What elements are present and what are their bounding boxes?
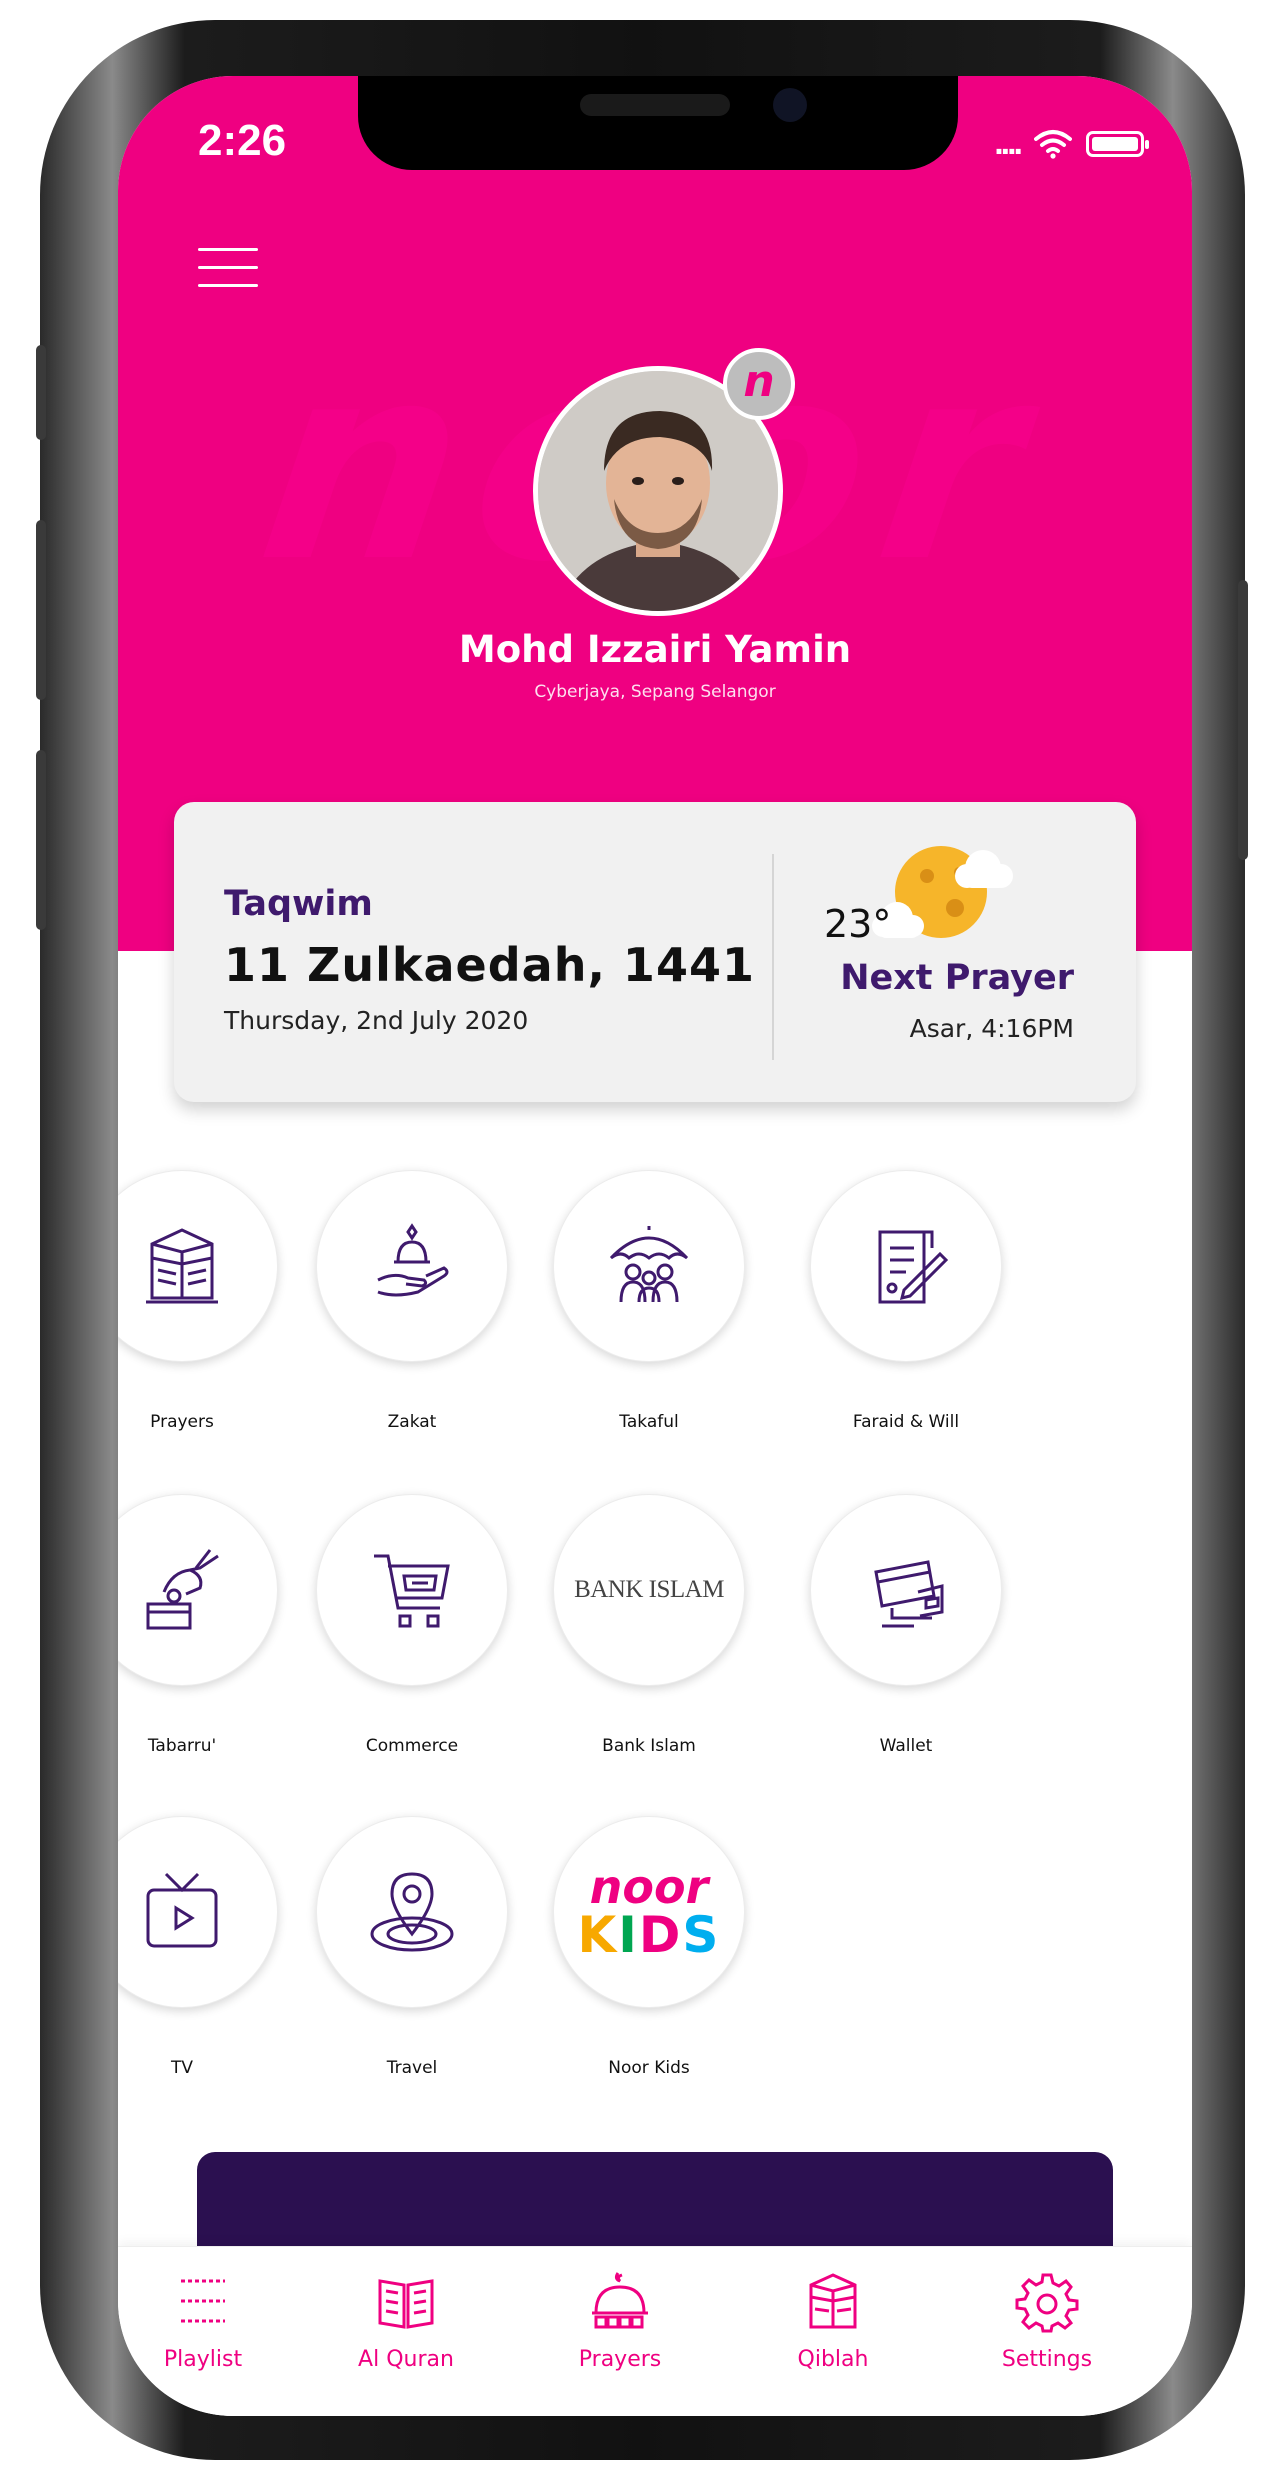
menu-label: Noor Kids [608, 2058, 690, 2078]
donation-box-icon [146, 1549, 219, 1630]
status-icons: .... [994, 124, 1149, 163]
menu-item-tabarru[interactable]: Tabarru' [118, 1494, 292, 1756]
tv-icon [146, 1872, 218, 1948]
document-pen-icon [878, 1230, 949, 1304]
tab-prayers[interactable]: Prayers [535, 2269, 705, 2372]
prayer-mosque-icon [592, 2272, 648, 2329]
giving-hand-icon [377, 1223, 449, 1297]
gregorian-date: Thursday, 2nd July 2020 [224, 1006, 529, 1035]
menu-item-commerce[interactable]: Commerce [302, 1494, 522, 1756]
quran-book-icon [378, 2279, 434, 2329]
noor-kids-logo-top: noor [589, 1860, 709, 1914]
tab-settings[interactable]: Settings [962, 2269, 1132, 2372]
menu-circle[interactable] [553, 1170, 745, 1362]
kaaba-icon [809, 2273, 857, 2329]
profile-avatar-container[interactable]: n [533, 348, 795, 616]
menu-circle[interactable] [118, 1494, 278, 1686]
notch [358, 76, 958, 170]
tab-label: Prayers [578, 2347, 662, 2372]
hijri-date: 11 Zulkaedah, 1441 [224, 938, 755, 992]
menu-circle[interactable] [118, 1170, 278, 1362]
moon-cloud-icon [872, 846, 1013, 938]
menu-label: Prayers [150, 1412, 214, 1432]
menu-item-zakat[interactable]: Zakat [302, 1170, 522, 1432]
menu-label: Bank Islam [602, 1736, 696, 1756]
menu-item-bank-islam[interactable]: BANK ISLAM Bank Islam [539, 1494, 759, 1756]
kaaba-icon [146, 1228, 218, 1304]
tab-playlist[interactable]: Playlist [118, 2269, 288, 2372]
profile-name: Mohd Izzairi Yamin [458, 628, 852, 671]
menu-item-wallet[interactable]: Wallet [796, 1494, 1016, 1756]
power-button [1238, 580, 1248, 860]
signal-icon: .... [994, 124, 1023, 162]
menu-label: Commerce [365, 1736, 459, 1756]
bank-islam-logo: BANK ISLAM [574, 1576, 724, 1603]
menu-item-tv[interactable]: TV [118, 1816, 292, 2078]
noor-kids-logo: noor KIDS [578, 1864, 721, 1960]
menu-item-travel[interactable]: Travel [302, 1816, 522, 2078]
menu-item-prayers[interactable]: Prayers [118, 1170, 292, 1432]
menu-circle[interactable]: noor KIDS [553, 1816, 745, 2008]
menu-circle[interactable] [810, 1494, 1002, 1686]
tab-qiblah[interactable]: Qiblah [748, 2269, 918, 2372]
card-divider [772, 854, 774, 1060]
wifi-icon [1034, 129, 1072, 159]
menu-circle[interactable]: BANK ISLAM [553, 1494, 745, 1686]
tab-label: Qiblah [797, 2347, 869, 2372]
app-screen: noor 2:26 .... [118, 76, 1192, 2416]
taqwim-card[interactable]: Taqwim 11 Zulkaedah, 1441 Thursday, 2nd … [174, 802, 1136, 1102]
temperature: 23° [824, 902, 892, 946]
notification-badge[interactable]: n [723, 348, 795, 420]
menu-circle[interactable] [316, 1494, 508, 1686]
tab-al-quran[interactable]: Al Quran [321, 2269, 491, 2372]
card-title: Taqwim [224, 884, 373, 924]
wallet-card-icon [874, 1560, 944, 1628]
gear-icon [1015, 2273, 1079, 2333]
menu-circle[interactable] [810, 1170, 1002, 1362]
menu-circle[interactable] [316, 1816, 508, 2008]
location-pin-icon [370, 1872, 454, 1952]
menu-circle[interactable] [316, 1170, 508, 1362]
speaker [580, 94, 730, 116]
bottom-tab-bar: Playlist Al Quran Prayers Qiblah Setting… [118, 2246, 1192, 2416]
menu-item-faraid-will[interactable]: Faraid & Will [796, 1170, 1016, 1432]
noor-kids-logo-bottom: KIDS [577, 1906, 721, 1964]
tab-label: Playlist [163, 2347, 243, 2372]
front-camera [773, 88, 807, 122]
menu-label: Takaful [619, 1412, 679, 1432]
battery-icon [1086, 130, 1149, 157]
volume-up-button [36, 520, 46, 700]
menu-item-noor-kids[interactable]: noor KIDS Noor Kids [539, 1816, 759, 2078]
menu-circle[interactable] [118, 1816, 278, 2008]
tab-label: Settings [1001, 2347, 1093, 2372]
menu-label: Travel [386, 2058, 438, 2078]
volume-down-button [36, 750, 46, 930]
shopping-cart-icon [374, 1554, 450, 1628]
menu-label: Tabarru' [147, 1736, 217, 1756]
mute-switch [36, 345, 46, 440]
menu-label: TV [170, 2058, 193, 2078]
tab-label: Al Quran [358, 2347, 454, 2372]
next-prayer-value: Asar, 4:16PM [909, 1014, 1074, 1043]
next-prayer-label: Next Prayer [840, 958, 1074, 998]
badge-letter: n [743, 355, 775, 407]
playlist-icon [181, 2279, 225, 2323]
hamburger-menu-icon[interactable] [198, 246, 258, 290]
menu-label: Wallet [879, 1736, 933, 1756]
umbrella-family-icon [609, 1226, 689, 1303]
profile-location: Cyberjaya, Sepang Selangor [534, 682, 776, 702]
menu-item-takaful[interactable]: Takaful [539, 1170, 759, 1432]
menu-label: Faraid & Will [852, 1412, 960, 1432]
status-time: 2:26 [198, 116, 287, 165]
menu-label: Zakat [387, 1412, 437, 1432]
